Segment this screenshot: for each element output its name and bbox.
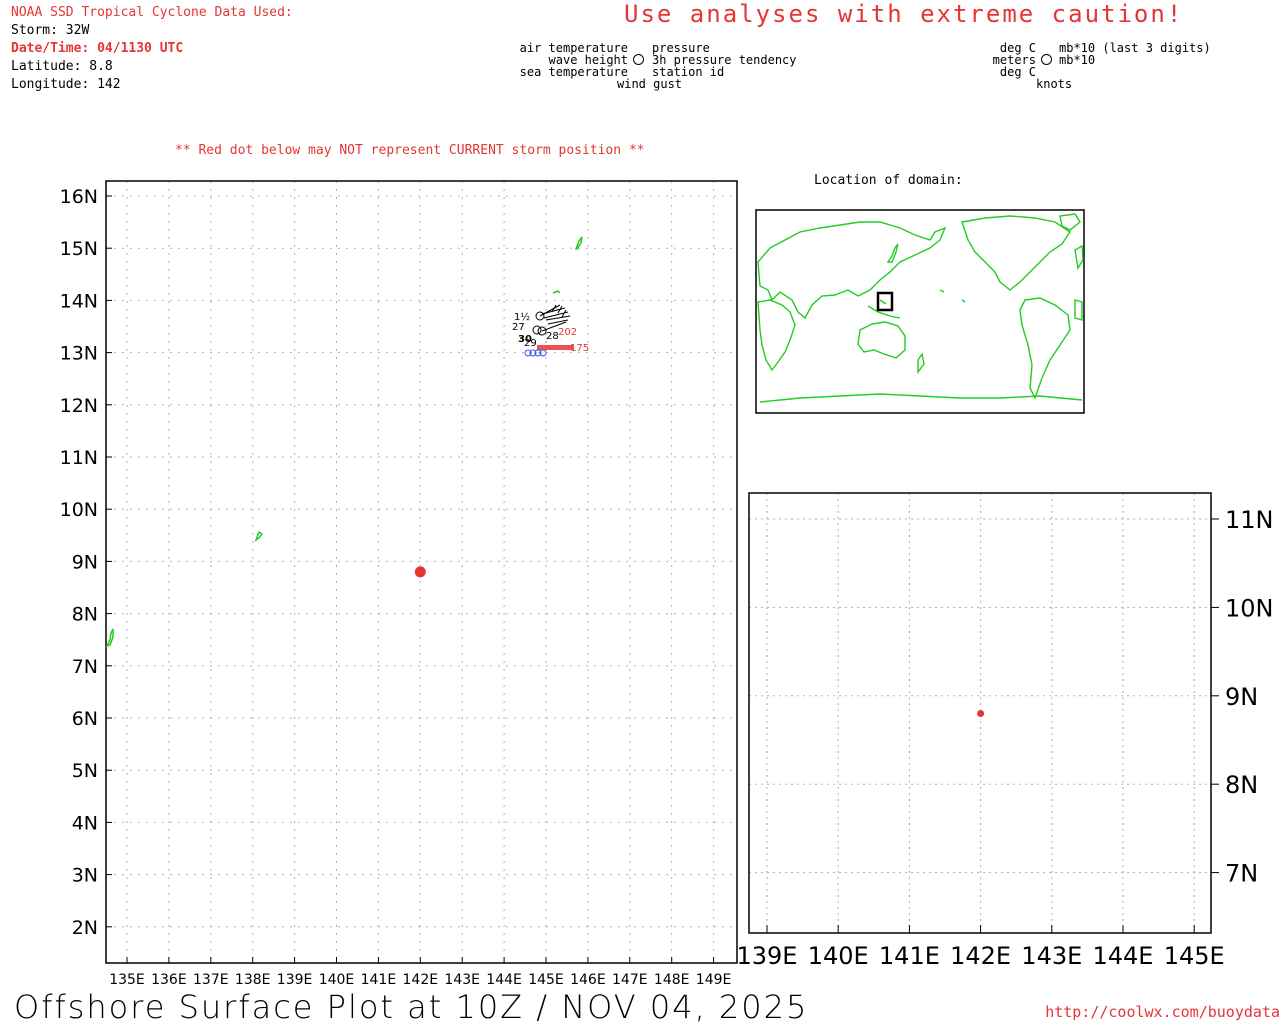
main-lon-label: 141E (361, 972, 397, 988)
main-lat-label: 16N (60, 186, 98, 208)
main-lat-label: 4N (72, 812, 98, 834)
main-lat-label: 3N (72, 865, 98, 887)
plot-title: Offshore Surface Plot at 10Z / NOV 04, 2… (14, 988, 809, 1026)
main-lon-label: 135E (109, 972, 145, 988)
pressure-label-cluster (537, 345, 573, 350)
pressure-labels: 202 175 (537, 327, 589, 354)
main-lat-label: 6N (72, 708, 98, 730)
zoom-lat-label: 9N (1225, 683, 1258, 711)
main-lat-label: 15N (60, 238, 98, 260)
source-url-link[interactable]: http://coolwx.com/buoydata (1045, 1003, 1280, 1021)
main-lon-labels: 135E 136E 137E 138E 139E 140E 141E 142E 143E 144E… (109, 957, 731, 988)
main-lat-label: 7N (72, 656, 98, 678)
coastline-island-guam-north (552, 290, 561, 294)
sea-temp-markers (524, 349, 547, 357)
main-lon-label: 136E (151, 972, 187, 988)
main-lon-label: 142E (403, 972, 439, 988)
station-labels: 1½ 27 30 29 28 (512, 311, 559, 349)
main-lat-label: 10N (60, 499, 98, 521)
main-lat-label: 8N (72, 604, 98, 626)
main-lat-label: 13N (60, 343, 98, 365)
zoom-lat-label: 11N (1225, 506, 1274, 534)
zoom-lat-label: 8N (1225, 771, 1258, 799)
zoom-lon-label: 145E (1164, 942, 1225, 970)
zoom-lat-label: 10N (1225, 594, 1274, 622)
main-lon-label: 149E (696, 972, 732, 988)
zoom-lon-label: 144E (1093, 942, 1154, 970)
main-lon-label: 148E (654, 972, 690, 988)
main-lat-label: 11N (60, 447, 98, 469)
coastline-island-north (574, 236, 583, 250)
zoom-lon-label: 143E (1021, 942, 1082, 970)
zoom-lon-label: 142E (950, 942, 1011, 970)
station-label: 28 (546, 331, 559, 342)
zoom-lon-labels: 139E 140E 141E 142E 143E 144E 145E (737, 925, 1225, 970)
zoom-lat-labels: 11N 10N 9N 8N 7N (1211, 506, 1274, 888)
main-lat-label: 12N (60, 395, 98, 417)
main-lat-labels: 16N 15N 14N 13N 12N 11N 10N 9N 8N 7N 6N 5N 4N 3N 2N (60, 186, 112, 939)
map-canvas: 16N 15N 14N 13N 12N 11N 10N 9N 8N 7N 6N 5N 4N 3N 2N 13… (60, 180, 1274, 988)
station-label: 29 (524, 338, 537, 349)
coastline-island-yap (254, 530, 264, 542)
zoom-lon-label: 141E (879, 942, 940, 970)
zoom-storm-position-dot (977, 709, 985, 717)
main-lon-label: 143E (444, 972, 480, 988)
main-lon-label: 137E (193, 972, 229, 988)
main-lon-label: 145E (528, 972, 564, 988)
station-label: 27 (512, 322, 525, 333)
main-lon-label: 144E (486, 972, 522, 988)
zoom-lon-label: 139E (737, 942, 798, 970)
zoom-lon-label: 140E (808, 942, 869, 970)
main-lon-label: 146E (570, 972, 606, 988)
main-lat-label: 9N (72, 551, 98, 573)
main-lat-label: 14N (60, 290, 98, 312)
main-lat-label: 5N (72, 760, 98, 782)
storm-position-dot (414, 566, 426, 578)
main-lat-label: 2N (72, 917, 98, 939)
main-lon-label: 139E (277, 972, 313, 988)
zoom-lat-label: 7N (1225, 860, 1258, 888)
pressure-label: 202 (558, 327, 577, 338)
location-inset-frame (755, 209, 1085, 414)
main-lon-label: 147E (612, 972, 648, 988)
coastline-island-palau (105, 628, 114, 648)
main-lon-label: 138E (235, 972, 271, 988)
main-lon-label: 140E (319, 972, 355, 988)
